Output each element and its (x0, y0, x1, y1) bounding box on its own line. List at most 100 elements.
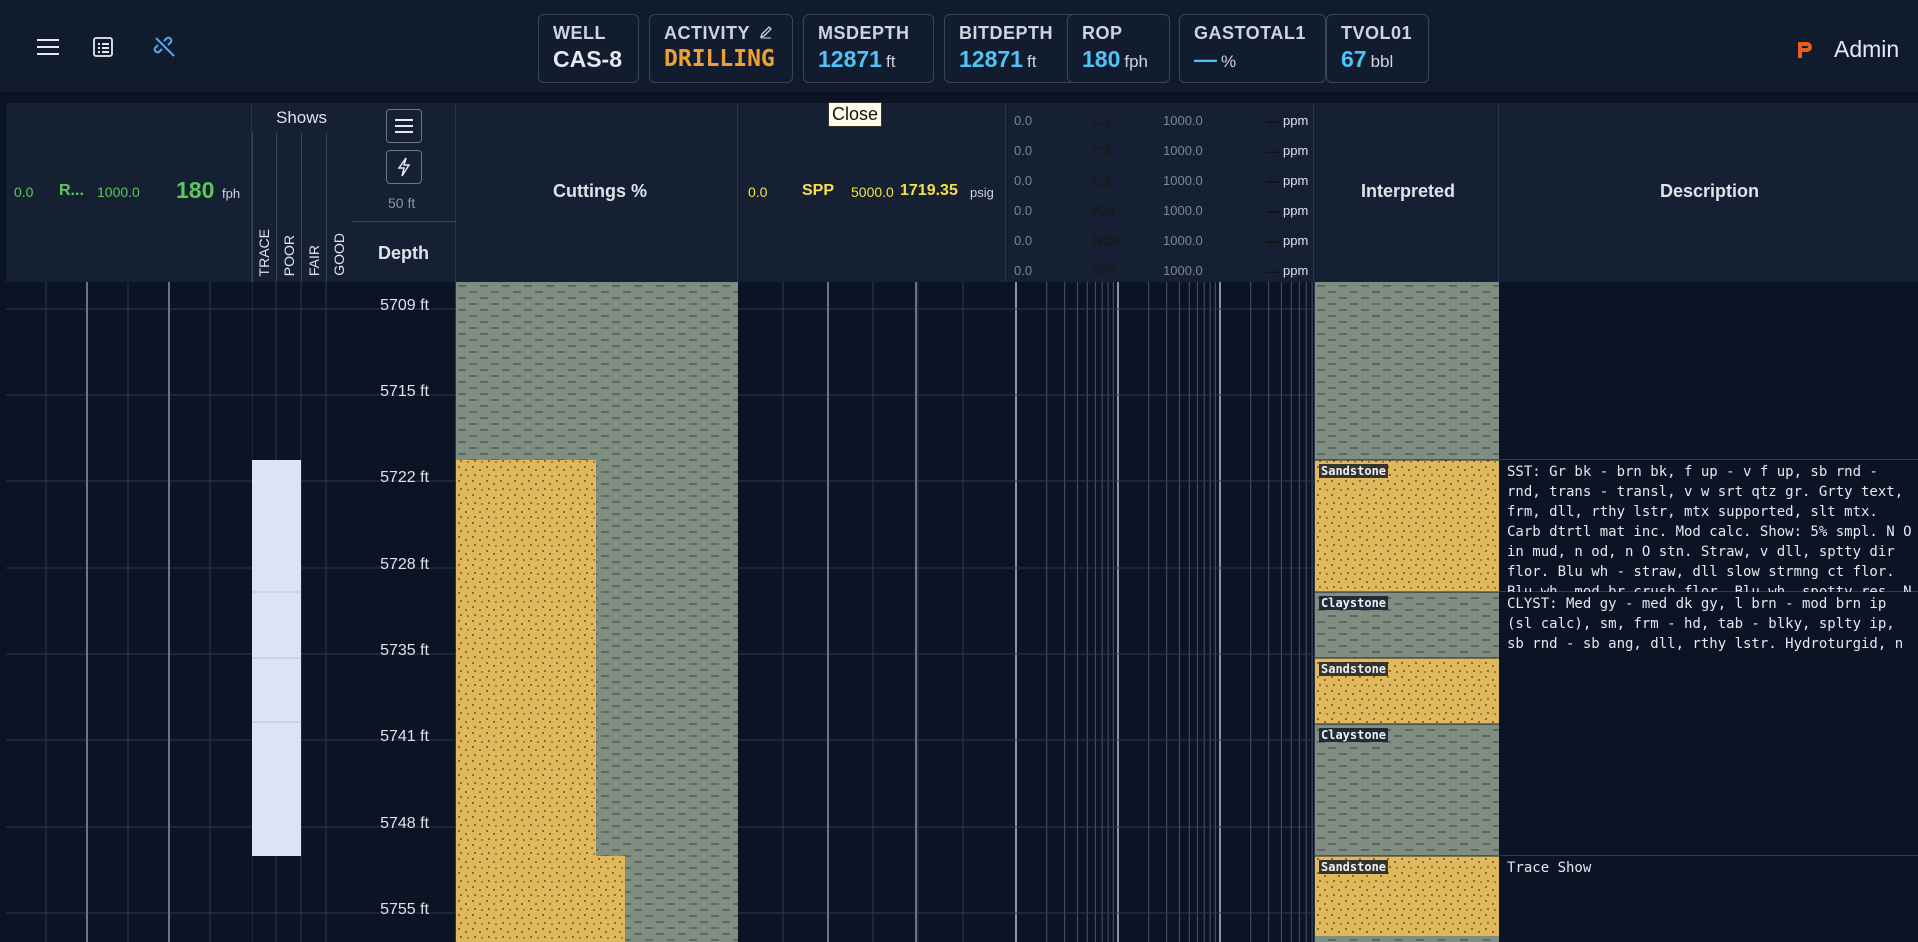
interpreted-claystone[interactable] (1315, 724, 1499, 856)
stat-well-label: WELL (553, 23, 606, 43)
edit-icon[interactable] (759, 25, 773, 39)
spp-unit: psig (970, 185, 994, 200)
shows-level-good: GOOD (331, 233, 347, 276)
track-menu-button[interactable] (386, 109, 422, 143)
litho-label: Sandstone (1319, 464, 1389, 478)
spp-name: SPP (802, 182, 835, 199)
gas-min: 0.0 (1014, 173, 1033, 188)
shows-title: Shows (276, 108, 328, 127)
gas-track-header[interactable]: 0.0 C1 1000.0— ppm 0.0 C2 1000.0— ppm 0.0 C3 1000.… (1006, 103, 1314, 282)
gas-max: 1000.0 (1163, 203, 1203, 218)
shows-level-fair: FAIR (306, 244, 322, 276)
brand-logo-icon (1796, 40, 1814, 64)
stat-msdepth: MSDEPTH 12871 ft (803, 14, 934, 83)
stat-well-value: CAS-8 (553, 46, 623, 72)
interpreted-sandstone[interactable] (1315, 460, 1499, 592)
spp-track-header[interactable]: 0.0 SPP 5000.0 1719.35 psig (738, 103, 1006, 282)
interpreted-title: Interpreted (1361, 181, 1456, 201)
depth-label: 5709 ft (380, 297, 429, 314)
gas-name: IC5 (1092, 263, 1116, 280)
stat-msdepth-value: 12871 (818, 46, 882, 72)
shows-track-header: Shows TRACE POOR FAIR GOOD (252, 103, 352, 282)
list-icon[interactable] (88, 32, 118, 62)
depth-label: 5722 ft (380, 469, 429, 486)
interpreted-clay-top[interactable] (1315, 282, 1499, 460)
gas-unit: ppm (1283, 203, 1309, 218)
interpreted-track-body[interactable]: Sandstone Claystone Sandstone Claystone … (1314, 282, 1499, 942)
rop-unit: fph (222, 186, 241, 201)
gas-unit: ppm (1283, 143, 1309, 158)
description-entry[interactable]: SST: Gr bk - brn bk, f up - v f up, sb r… (1507, 462, 1912, 592)
rop-track-body[interactable] (6, 282, 252, 942)
shows-track-body[interactable] (252, 282, 352, 942)
rop-min: 0.0 (14, 184, 34, 200)
stat-rop-label: ROP (1082, 23, 1123, 43)
stat-gastotal-unit: % (1221, 52, 1237, 71)
stat-bitdepth-value: 12871 (959, 46, 1023, 72)
spp-value: 1719.35 (900, 182, 958, 199)
litho-label: Claystone (1319, 596, 1389, 610)
gas-min: 0.0 (1014, 143, 1033, 158)
gas-unit: ppm (1283, 113, 1309, 128)
litho-label: Claystone (1319, 728, 1389, 742)
gas-value: — (1266, 113, 1280, 129)
stat-msdepth-unit: ft (885, 52, 896, 71)
depth-label: 5755 ft (380, 901, 429, 918)
rop-max: 1000.0 (97, 184, 140, 200)
stat-activity-value: DRILLING (664, 46, 775, 72)
interpreted-track-header: Interpreted (1314, 103, 1499, 282)
stat-activity[interactable]: ACTIVITY DRILLING (649, 14, 793, 83)
gas-name: C3 (1092, 173, 1112, 190)
gas-max: 1000.0 (1163, 113, 1203, 128)
gas-unit: ppm (1283, 173, 1309, 188)
stat-rop: ROP 180 fph (1067, 14, 1170, 83)
gas-min: 0.0 (1014, 113, 1033, 128)
depth-label: 5748 ft (380, 815, 429, 832)
gas-value: — (1266, 233, 1280, 249)
gas-track-body[interactable] (1006, 282, 1314, 942)
interpreted-clay-bottom[interactable] (1315, 936, 1499, 942)
depth-track-header: 50 ft Depth (352, 103, 456, 282)
close-tooltip[interactable]: Close (828, 102, 883, 127)
gas-name: C2 (1092, 143, 1112, 160)
depth-label: 5735 ft (380, 642, 429, 659)
gas-unit: ppm (1283, 233, 1309, 248)
gas-name: C1 (1092, 113, 1112, 130)
stat-activity-label: ACTIVITY (664, 23, 750, 43)
stat-bitdepth-unit: ft (1026, 52, 1037, 71)
cuttings-sand[interactable] (456, 856, 625, 942)
rop-grid (6, 282, 252, 942)
link-off-icon[interactable] (150, 32, 180, 62)
gas-min: 0.0 (1014, 233, 1033, 248)
spp-track-body[interactable] (738, 282, 1006, 942)
depth-scale[interactable]: 50 ft (388, 195, 415, 211)
gas-min: 0.0 (1014, 263, 1033, 278)
description-track-body[interactable]: SST: Gr bk - brn bk, f up - v f up, sb r… (1499, 282, 1918, 942)
cuttings-track-body[interactable] (456, 282, 738, 942)
rop-track-header[interactable]: 0.0 R... 1000.0 180 fph (6, 103, 252, 282)
stat-bitdepth: BITDEPTH 12871 ft (944, 14, 1078, 83)
stat-msdepth-label: MSDEPTH (818, 23, 910, 43)
description-entry[interactable]: Trace Show (1507, 858, 1912, 888)
menu-icon[interactable] (33, 32, 63, 62)
gas-value: — (1266, 203, 1280, 219)
cuttings-sand[interactable] (456, 460, 596, 856)
flash-button[interactable] (386, 150, 422, 184)
description-entry[interactable]: CLYST: Med gy - med dk gy, l brn - mod b… (1507, 594, 1912, 664)
litho-label: Sandstone (1319, 860, 1389, 874)
gas-value: — (1266, 143, 1280, 159)
stat-gastotal-value: — (1194, 46, 1217, 72)
cuttings-track-header: Cuttings % (456, 103, 738, 282)
top-bar: WELL CAS-8 ACTIVITY DRILLING MSDEPTH 128… (0, 0, 1918, 96)
gas-min: 0.0 (1014, 203, 1033, 218)
stat-rop-unit: fph (1124, 52, 1149, 71)
stat-tvol: TVOL01 67 bbl (1326, 14, 1429, 83)
gas-max: 1000.0 (1163, 173, 1203, 188)
stat-bitdepth-label: BITDEPTH (959, 23, 1053, 43)
depth-label: 5715 ft (380, 383, 429, 400)
user-name[interactable]: Admin (1834, 36, 1899, 63)
stat-tvol-unit: bbl (1370, 52, 1394, 71)
shows-level-poor: POOR (281, 234, 297, 276)
shows-grid (252, 282, 352, 942)
menu-icon (395, 119, 413, 133)
